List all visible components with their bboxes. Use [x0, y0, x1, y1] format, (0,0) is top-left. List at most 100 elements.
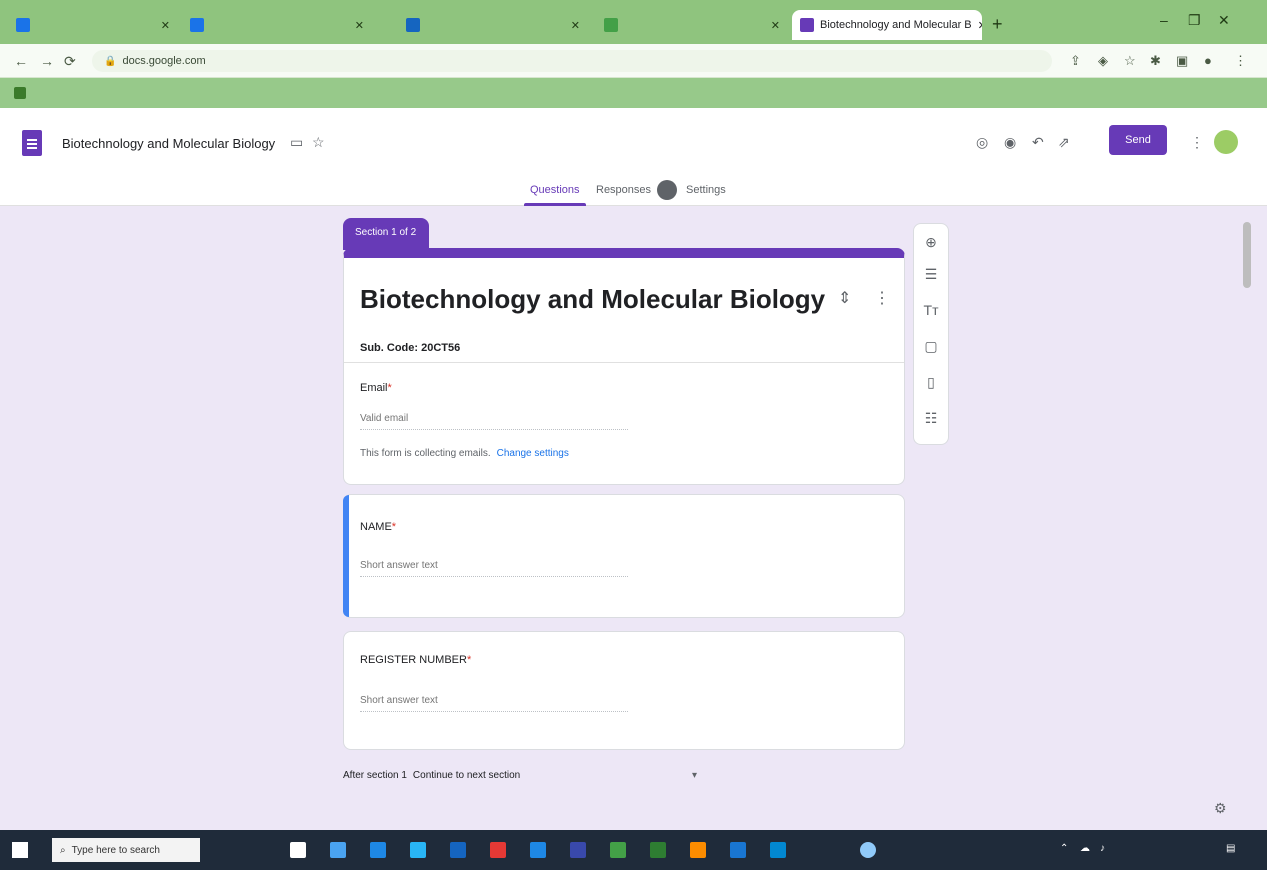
back-arrow-icon[interactable]: ←	[14, 53, 28, 69]
puzzle-icon[interactable]: ✱	[1150, 53, 1161, 69]
browser-tab-1[interactable]: ✕	[8, 10, 178, 40]
tab-responses[interactable]: Responses	[596, 184, 651, 196]
link-icon[interactable]: ⇗	[1058, 134, 1070, 151]
maximize-button[interactable]: ❐	[1188, 12, 1201, 29]
import-questions-icon[interactable]: ☰	[914, 266, 948, 283]
forms-favicon-icon	[800, 18, 814, 32]
section-tag: Section 1 of 2	[343, 218, 429, 250]
app-icon[interactable]	[410, 842, 426, 858]
taskbar-search-placeholder: Type here to search	[71, 844, 160, 856]
task-view-icon[interactable]	[290, 842, 306, 858]
app-icon[interactable]	[690, 842, 706, 858]
scrollbar[interactable]	[1243, 222, 1251, 288]
app-icon[interactable]	[490, 842, 506, 858]
eye-icon[interactable]: ◉	[1004, 134, 1016, 151]
extension-icon[interactable]: ◈	[1098, 53, 1108, 69]
share-icon[interactable]: ⇪	[1070, 53, 1081, 69]
tray-chevron-icon[interactable]: ⌃	[1060, 843, 1068, 854]
bookmarks-bar	[0, 78, 1267, 108]
required-mark: *	[391, 521, 397, 533]
register-number-short-answer-input[interactable]	[360, 690, 628, 712]
question-card-name[interactable]: NAME*	[343, 494, 905, 618]
bookmark-star-icon[interactable]: ☆	[1124, 53, 1136, 69]
more-vert-icon[interactable]: ⋮	[1190, 134, 1204, 151]
close-icon[interactable]: ✕	[972, 19, 982, 32]
close-icon[interactable]: ✕	[155, 19, 170, 32]
forward-arrow-icon[interactable]: →	[40, 53, 54, 69]
help-icon[interactable]: ⚙	[1214, 800, 1227, 817]
star-icon[interactable]: ☆	[312, 134, 325, 151]
sidebar-icon[interactable]: ▣	[1176, 53, 1188, 69]
browser-tab-4[interactable]: ✕	[596, 10, 788, 40]
collapse-icon[interactable]: ⇕	[838, 288, 851, 308]
palette-icon[interactable]: ◎	[976, 134, 988, 151]
network-icon[interactable]: ☁	[1080, 843, 1090, 854]
close-icon[interactable]: ✕	[765, 19, 780, 32]
windows-taskbar: ⌕ Type here to search ⌃ ☁ ♪ ▤	[0, 830, 1267, 870]
browser-tab-2[interactable]: ✕	[182, 10, 372, 40]
taskbar-search[interactable]: ⌕ Type here to search	[52, 838, 200, 862]
windows-start-icon[interactable]	[12, 842, 28, 858]
email-label-text: Email	[360, 382, 388, 394]
close-icon[interactable]: ✕	[565, 19, 580, 32]
email-field[interactable]	[360, 408, 628, 430]
tab-settings[interactable]: Settings	[686, 184, 726, 196]
folder-icon[interactable]: ▭	[290, 134, 303, 151]
app-icon[interactable]	[770, 842, 786, 858]
form-description[interactable]: Sub. Code: 20CT56	[360, 342, 460, 354]
collect-email-note: This form is collecting emails. Change se…	[360, 448, 569, 459]
profile-icon[interactable]: ●	[1204, 53, 1212, 68]
collect-note-text: This form is collecting emails.	[360, 448, 491, 459]
reload-icon[interactable]: ⟳	[64, 53, 76, 70]
send-button[interactable]: Send	[1109, 125, 1167, 155]
add-image-icon[interactable]: ▢	[914, 338, 948, 355]
app-icon[interactable]	[860, 842, 876, 858]
add-title-icon[interactable]: Tт	[914, 302, 948, 318]
address-bar[interactable]: 🔒 docs.google.com	[92, 50, 1052, 72]
app-icon[interactable]	[730, 842, 746, 858]
app-icon[interactable]	[650, 842, 666, 858]
form-header-card[interactable]: Biotechnology and Molecular Biology ⇕ ⋮ …	[343, 248, 905, 485]
undo-icon[interactable]: ↶	[1032, 134, 1044, 151]
more-vert-icon[interactable]: ⋮	[1234, 53, 1247, 69]
required-mark: *	[466, 654, 472, 666]
document-title[interactable]: Biotechnology and Molecular Biology	[62, 136, 275, 151]
app-icon[interactable]	[330, 842, 346, 858]
browser-tab-active[interactable]: Biotechnology and Molecular B ✕	[792, 10, 982, 40]
question-card-register-number[interactable]: REGISTER NUMBER*	[343, 631, 905, 750]
volume-icon[interactable]: ♪	[1100, 843, 1105, 854]
minimize-button[interactable]: –	[1160, 12, 1168, 28]
url-text: docs.google.com	[122, 55, 206, 67]
name-short-answer-input[interactable]	[360, 555, 628, 577]
new-tab-button[interactable]: +	[992, 14, 1003, 35]
add-video-icon[interactable]: ▯	[914, 374, 948, 391]
chevron-down-icon[interactable]: ▾	[692, 770, 697, 781]
app-icon[interactable]	[530, 842, 546, 858]
lock-icon: 🔒	[104, 55, 117, 67]
browser-tab-3[interactable]: ✕	[398, 10, 588, 40]
active-question-indicator	[343, 495, 349, 617]
tab-favicon-icon	[16, 18, 30, 32]
browser-tabstrip: ✕ ✕ ✕ ✕ Biotechnology and Molecular B ✕ …	[0, 0, 1267, 44]
app-icon[interactable]	[570, 842, 586, 858]
form-title[interactable]: Biotechnology and Molecular Biology	[360, 284, 825, 315]
notification-icon[interactable]: ▤	[1226, 843, 1235, 854]
forms-logo-icon[interactable]	[22, 130, 42, 156]
question-label-text: REGISTER NUMBER	[360, 654, 467, 666]
responses-count-badge	[657, 180, 677, 200]
close-icon[interactable]: ✕	[349, 19, 364, 32]
change-settings-link[interactable]: Change settings	[497, 448, 569, 459]
add-question-icon[interactable]: ⊕	[914, 234, 948, 251]
app-icon[interactable]	[450, 842, 466, 858]
after-section-control[interactable]: After section 1 Continue to next section	[343, 770, 520, 781]
after-section-dropdown[interactable]: Continue to next section	[413, 770, 520, 781]
add-section-icon[interactable]: ☷	[914, 410, 948, 427]
avatar[interactable]	[1214, 130, 1238, 154]
more-vert-icon[interactable]: ⋮	[874, 288, 890, 308]
app-icon[interactable]	[370, 842, 386, 858]
close-window-button[interactable]: ✕	[1218, 12, 1230, 29]
chrome-icon[interactable]	[610, 842, 626, 858]
search-icon: ⌕	[60, 844, 66, 856]
tab-questions[interactable]: Questions	[530, 184, 580, 196]
question-label: NAME*	[360, 521, 396, 533]
